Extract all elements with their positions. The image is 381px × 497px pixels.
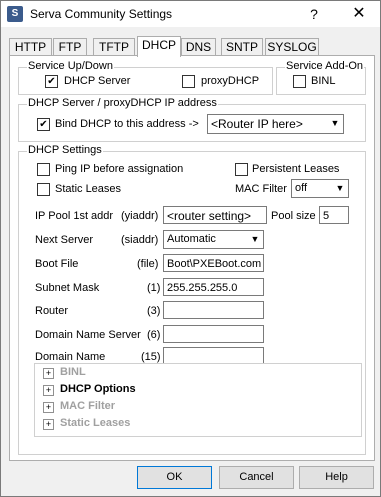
bind-dhcp-checkbox[interactable]: ✔ [37,118,50,131]
bind-dhcp-label: Bind DHCP to this address -> [55,118,199,130]
router-ip-value: <Router IP here> [211,117,303,131]
pool-size-label: Pool size [271,210,316,222]
subnet-mask-input[interactable]: 255.255.255.0 [163,278,264,296]
next-server-tag: (siaddr) [121,234,159,246]
ping-checkbox[interactable] [37,163,50,176]
service-addon-group: Service Add-On BINL [276,60,366,95]
tree-item-dhcp-options[interactable]: + DHCP Options [43,381,136,397]
tree-item-binl[interactable]: + BINL [43,364,86,380]
tab-tftp[interactable]: TFTP [93,38,135,56]
ip-address-label: DHCP Server / proxyDHCP IP address [27,97,218,109]
tree-item-mac-filter[interactable]: + MAC Filter [43,398,115,414]
pool-size-input[interactable]: 5 [319,206,349,224]
binl-label: BINL [311,75,336,87]
subnet-mask-label: Subnet Mask [35,282,100,294]
dhcp-server-label: DHCP Server [64,75,131,87]
tab-syslog[interactable]: SYSLOG [265,38,319,56]
ping-label: Ping IP before assignation [55,163,184,175]
service-addon-label: Service Add-On [285,60,365,72]
service-updown-label: Service Up/Down [27,60,114,72]
settings-window: S Serva Community Settings ? ✕ HTTP FTP … [0,0,381,497]
ok-button[interactable]: OK [137,466,212,489]
title-bar[interactable]: S Serva Community Settings ? ✕ [1,1,380,27]
expand-icon[interactable]: + [43,419,54,430]
next-server-value: Automatic [167,233,216,245]
router-tag: (3) [147,305,161,317]
persistent-leases-checkbox[interactable] [235,163,248,176]
boot-file-input[interactable]: Boot\PXEBoot.com [163,254,264,272]
tab-sntp[interactable]: SNTP [221,38,263,56]
mac-filter-select[interactable]: off ▼ [291,179,349,198]
tree-item-static-leases[interactable]: + Static Leases [43,415,130,431]
tab-dhcp[interactable]: DHCP [137,36,181,57]
expand-icon[interactable]: + [43,402,54,413]
tree-item-label: MAC Filter [60,400,115,412]
service-updown-group: Service Up/Down ✔ DHCP Server proxyDHCP [18,60,273,95]
tree-item-label: BINL [60,366,86,378]
ip-pool-label: IP Pool 1st addr [35,210,114,222]
mac-filter-value: off [295,182,308,194]
proxy-dhcp-checkbox[interactable] [182,75,195,88]
tree-item-label: Static Leases [60,417,131,429]
help-icon[interactable]: ? [304,4,324,24]
mac-filter-label: MAC Filter [235,183,287,195]
binl-checkbox[interactable] [293,75,306,88]
router-ip-select[interactable]: <Router IP here> ▼ [207,114,344,134]
close-icon[interactable]: ✕ [349,4,369,24]
tab-http[interactable]: HTTP [9,38,52,56]
ip-address-group: DHCP Server / proxyDHCP IP address ✔ Bin… [18,97,366,142]
tab-ftp[interactable]: FTP [53,38,87,56]
dns-input[interactable] [163,325,264,343]
dhcp-settings-label: DHCP Settings [27,144,103,156]
static-leases-label: Static Leases [55,183,122,195]
boot-file-tag: (file) [137,258,159,270]
dns-label: Domain Name Server [35,329,141,341]
ip-pool-input[interactable]: <router setting> [163,206,267,224]
domain-name-tag: (15) [141,351,161,363]
subnet-mask-tag: (1) [147,282,161,294]
tab-dns[interactable]: DNS [181,38,216,56]
expand-icon[interactable]: + [43,368,54,379]
proxy-dhcp-label: proxyDHCP [201,75,260,87]
chevron-down-icon: ▼ [335,183,345,193]
next-server-select[interactable]: Automatic ▼ [163,230,264,249]
dns-tag: (6) [147,329,161,341]
chevron-down-icon: ▼ [330,118,340,128]
app-icon: S [7,6,23,22]
options-tree[interactable]: + BINL + DHCP Options + MAC Filter + Static … [34,363,362,437]
help-button[interactable]: Help [299,466,374,489]
expand-icon[interactable]: + [43,385,54,396]
dhcp-panel: Service Up/Down ✔ DHCP Server proxyDHCP … [9,55,375,461]
chevron-down-icon: ▼ [250,234,260,244]
cancel-button[interactable]: Cancel [219,466,294,489]
next-server-label: Next Server [35,234,94,246]
domain-name-label: Domain Name [35,351,106,363]
tree-item-label: DHCP Options [60,383,136,395]
window-title: Serva Community Settings [30,7,173,21]
router-label: Router [35,305,69,317]
router-input[interactable] [163,301,264,319]
dhcp-server-checkbox[interactable]: ✔ [45,75,58,88]
ip-pool-tag: (yiaddr) [121,210,159,222]
boot-file-label: Boot File [35,258,79,270]
persistent-leases-label: Persistent Leases [252,163,340,175]
static-leases-checkbox[interactable] [37,183,50,196]
